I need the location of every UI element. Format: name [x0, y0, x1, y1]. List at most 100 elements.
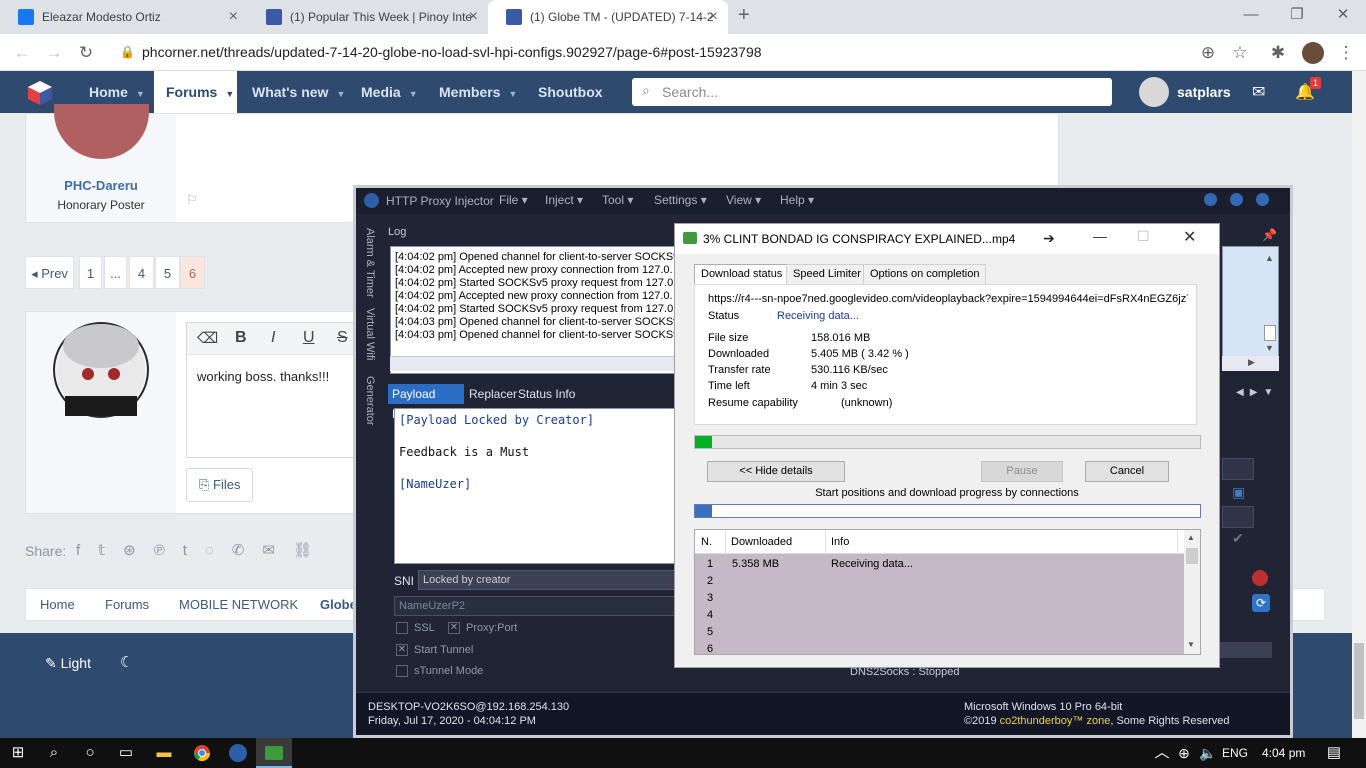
close-tab-icon[interactable]: ×: [229, 0, 238, 34]
menu-help[interactable]: Help ▾: [780, 193, 814, 207]
minimize-icon[interactable]: —: [1093, 228, 1107, 244]
menu-view[interactable]: View ▾: [726, 193, 761, 207]
nav-forums[interactable]: Forums ▼: [154, 71, 237, 113]
restore-icon[interactable]: ❐: [1274, 0, 1320, 30]
profile-avatar[interactable]: [1302, 42, 1324, 64]
breadcrumb-globe[interactable]: Globe: [320, 597, 357, 612]
minimize-icon[interactable]: —: [1228, 0, 1274, 30]
user-avatar[interactable]: [1139, 77, 1169, 107]
menu-inject[interactable]: Inject ▾: [545, 193, 583, 207]
close-icon[interactable]: ✕: [1183, 227, 1196, 247]
close-tab-icon[interactable]: ×: [709, 0, 718, 34]
scroll-thumb[interactable]: [1354, 643, 1364, 719]
action-center-icon[interactable]: ▤: [1316, 738, 1352, 768]
nav-whats-new[interactable]: What's new ▼: [252, 71, 345, 113]
reply-text[interactable]: working boss. thanks!!!: [197, 369, 329, 384]
tab-payload-editor[interactable]: Payload Editor: [388, 384, 464, 421]
author-link[interactable]: co2thunderboy™ zone: [1000, 715, 1111, 727]
table-row[interactable]: 5: [707, 626, 713, 638]
injector-field[interactable]: [1222, 506, 1254, 528]
page-button[interactable]: 4: [129, 256, 154, 289]
table-row[interactable]: 1 5.358 MB Receiving data...: [707, 558, 913, 570]
page-button-current[interactable]: 6: [180, 256, 205, 289]
menu-settings[interactable]: Settings ▾: [654, 193, 707, 207]
menu-dots-icon[interactable]: ⋮: [1334, 41, 1358, 65]
payload-editor[interactable]: [Payload Locked by Creator] Feedback is …: [394, 408, 676, 564]
side-tab-virtual-wifi[interactable]: Virtual Wifi: [364, 308, 376, 360]
language-indicator[interactable]: ENG: [1222, 746, 1248, 760]
minimize-icon[interactable]: [1204, 193, 1217, 206]
table-scrollbar[interactable]: ▲ ▼: [1184, 530, 1200, 654]
side-tab-generator[interactable]: Generator: [364, 376, 376, 426]
add-icon[interactable]: ⊕: [1196, 41, 1220, 65]
close-window-icon[interactable]: ✕: [1320, 0, 1366, 30]
eraser-icon[interactable]: ⌫: [197, 329, 218, 347]
strikethrough-icon[interactable]: S: [337, 329, 348, 347]
page-scrollbar[interactable]: [1352, 71, 1366, 738]
breadcrumb-mobile-network[interactable]: MOBILE NETWORK: [179, 597, 298, 612]
windows-start-icon[interactable]: ⊞: [0, 738, 36, 768]
back-icon[interactable]: ←: [10, 41, 34, 65]
search-icon[interactable]: ⌕: [36, 738, 72, 768]
table-row[interactable]: 3: [707, 592, 713, 604]
scroll-down-icon[interactable]: ▼: [1265, 343, 1274, 353]
scroll-up-icon[interactable]: ▲: [1265, 253, 1274, 263]
share-icons[interactable]: f𝕥⊛℗t◌✆✉⛓: [76, 541, 330, 559]
chrome-icon[interactable]: [184, 738, 220, 768]
col-info[interactable]: Info: [831, 536, 849, 548]
close-tab-icon[interactable]: ×: [469, 0, 478, 34]
lock-icon[interactable]: 🔒: [120, 45, 135, 59]
address-bar[interactable]: phcorner.net/threads/updated-7-14-20-glo…: [142, 44, 762, 60]
maximize-icon[interactable]: ☐: [1137, 228, 1150, 245]
dark-mode-icon[interactable]: ☾: [120, 653, 133, 671]
scroll-down-icon[interactable]: ▼: [1187, 640, 1195, 649]
injector-field[interactable]: [1222, 458, 1254, 480]
tab-replacer[interactable]: Replacer: [469, 387, 517, 401]
breadcrumb-forums[interactable]: Forums: [105, 597, 149, 612]
forward-icon[interactable]: →: [42, 41, 66, 65]
tab-status-info[interactable]: Status Info: [518, 387, 575, 401]
italic-icon[interactable]: I: [271, 329, 275, 347]
col-downloaded[interactable]: Downloaded: [731, 536, 792, 548]
scroll-thumb[interactable]: [1186, 548, 1198, 564]
reply-editor[interactable]: ⌫ B I U S working boss. thanks!!!: [186, 322, 367, 458]
cortana-icon[interactable]: ○: [72, 738, 108, 768]
new-tab-icon[interactable]: +: [738, 4, 750, 27]
log-right-hscroll[interactable]: ▶: [1222, 356, 1279, 371]
flag-icon[interactable]: ⚐: [186, 192, 198, 208]
side-tab-alarm-timer[interactable]: Alarm & Timer: [364, 228, 376, 298]
sni-field[interactable]: Locked by creator: [418, 570, 676, 590]
cancel-button[interactable]: Cancel: [1085, 461, 1169, 482]
mail-icon[interactable]: ✉: [1252, 82, 1265, 102]
check-icon[interactable]: ✔: [1232, 530, 1244, 547]
task-view-icon[interactable]: ▭: [108, 738, 144, 768]
site-logo-icon[interactable]: [26, 79, 54, 107]
maximize-icon[interactable]: [1230, 193, 1243, 206]
search-input[interactable]: Search...: [632, 78, 1112, 106]
connections-table[interactable]: N. Downloaded Info 1 5.358 MB Receiving …: [694, 529, 1201, 655]
stop-icon[interactable]: [1252, 570, 1268, 586]
table-row[interactable]: 2: [707, 575, 713, 587]
menu-file[interactable]: File ▾: [499, 193, 528, 207]
close-icon[interactable]: [1256, 193, 1269, 206]
username[interactable]: satplars: [1177, 71, 1231, 113]
light-theme-button[interactable]: ✎ Light: [45, 655, 91, 672]
tab-download-status[interactable]: Download status: [694, 264, 790, 284]
bold-icon[interactable]: B: [235, 329, 247, 347]
files-button[interactable]: ⎘ Files: [186, 468, 253, 502]
browser-tab[interactable]: Eleazar Modesto Ortiz ×: [0, 0, 248, 34]
table-row[interactable]: 6: [707, 643, 713, 654]
reload-icon[interactable]: ↻: [74, 41, 98, 65]
save-icon[interactable]: ▣: [1232, 484, 1245, 501]
stunnel-mode-checkbox[interactable]: [396, 665, 408, 677]
tab-options-on-completion[interactable]: Options on completion: [863, 264, 987, 284]
underline-icon[interactable]: U: [303, 329, 315, 347]
scroll-up-icon[interactable]: ▲: [1187, 533, 1195, 542]
tab-speed-limiter[interactable]: Speed Limiter: [786, 264, 868, 284]
file-explorer-icon[interactable]: ▬: [146, 738, 182, 768]
browser-tab-active[interactable]: (1) Globe TM - (UPDATED) 7-14-2 ×: [488, 0, 728, 34]
post-author[interactable]: PHC-Dareru: [26, 178, 176, 193]
bookmark-star-icon[interactable]: ☆: [1228, 41, 1252, 65]
tab-scroll-icons[interactable]: ◀▶▼: [1236, 387, 1279, 398]
table-row[interactable]: 4: [707, 609, 713, 621]
